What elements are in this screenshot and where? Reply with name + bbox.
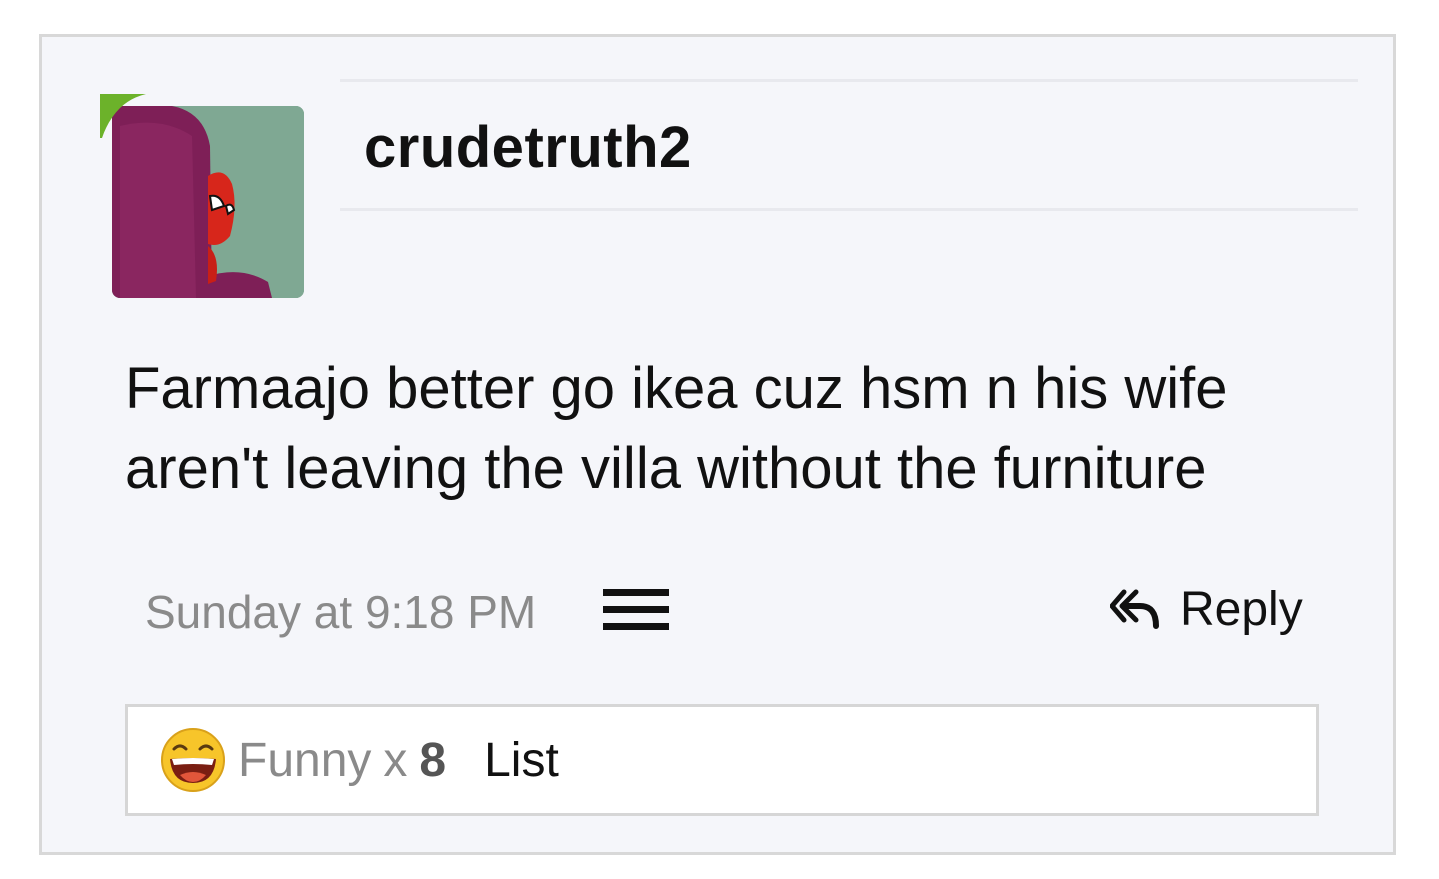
reaction-count[interactable]: 8	[419, 733, 446, 788]
online-status-icon	[100, 94, 146, 138]
reply-all-icon	[1110, 589, 1159, 629]
message-line: aren't leaving the villa without the fur…	[125, 436, 1207, 501]
reaction-label[interactable]: Funny	[238, 733, 371, 788]
avatar-container[interactable]	[100, 94, 308, 302]
reaction-multiplier: x	[383, 733, 408, 787]
message-line: Farmaajo better go ikea cuz hsm n his wi…	[125, 356, 1228, 421]
post-timestamp[interactable]: Sunday at 9:18 PM	[145, 585, 536, 639]
message-body: Farmaajo better go ikea cuz hsm n his wi…	[125, 349, 1305, 509]
reaction-list-link[interactable]: List	[484, 733, 559, 788]
forum-post: crudetruth2 Farmaajo better go ikea cuz …	[39, 34, 1396, 855]
user-header: crudetruth2	[340, 79, 1358, 211]
reactions-bar: Funny x 8 List	[125, 704, 1319, 816]
menu-icon[interactable]	[603, 589, 669, 631]
reply-button[interactable]: Reply	[1110, 581, 1303, 637]
username-link[interactable]: crudetruth2	[364, 114, 692, 181]
laughing-emoji-icon	[161, 728, 225, 792]
reply-label: Reply	[1180, 582, 1303, 636]
